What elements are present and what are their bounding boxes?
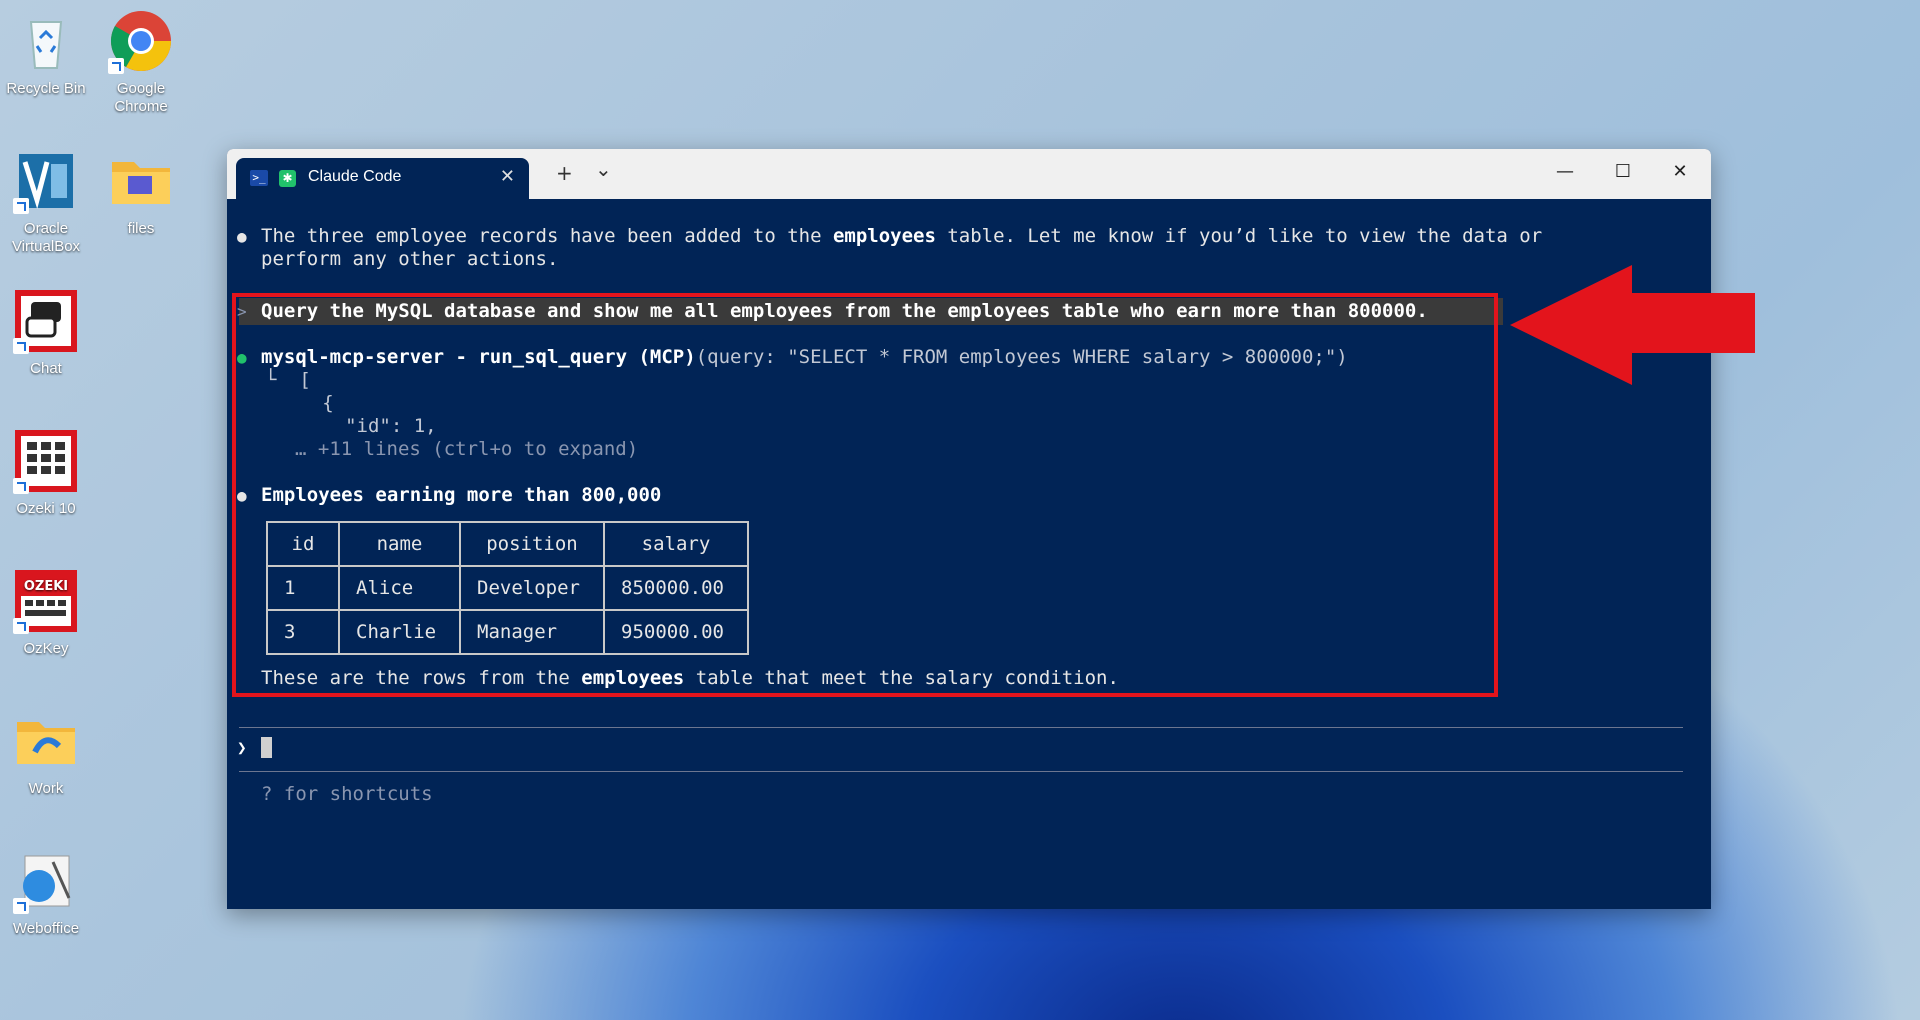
chat-glyph bbox=[13, 288, 79, 354]
svg-text:OZEKI: OZEKI bbox=[24, 579, 68, 594]
files-folder-icon[interactable]: files bbox=[95, 148, 187, 238]
maximize-button[interactable]: ☐ bbox=[1595, 155, 1651, 189]
minimize-button[interactable]: — bbox=[1537, 155, 1593, 189]
claude-icon: ✱ bbox=[279, 170, 296, 187]
terminal-window: >_ ✱ Claude Code ✕ + ⌄ — ☐ ✕ ● The three… bbox=[227, 149, 1711, 909]
input-separator-top bbox=[239, 727, 1683, 728]
highlight-annotation-box bbox=[232, 293, 1498, 697]
text-cursor bbox=[261, 737, 272, 758]
title-bar: >_ ✱ Claude Code ✕ + ⌄ — ☐ ✕ bbox=[227, 149, 1711, 199]
ozeki-glyph bbox=[13, 428, 79, 494]
icon-label: Work bbox=[28, 780, 64, 797]
icon-label: Weboffice bbox=[12, 920, 80, 937]
ozeki-10-icon[interactable]: Ozeki 10 bbox=[0, 428, 92, 518]
tab-title: Claude Code bbox=[308, 168, 402, 185]
shortcut-arrow-icon bbox=[13, 898, 29, 914]
powershell-icon: >_ bbox=[250, 170, 268, 186]
tab-close-icon[interactable]: ✕ bbox=[500, 166, 515, 187]
chat-icon[interactable]: Chat bbox=[0, 288, 92, 378]
icon-label: Chat bbox=[30, 360, 62, 377]
icon-label: Oracle VirtualBox bbox=[11, 220, 81, 255]
tab-claude-code[interactable]: >_ ✱ Claude Code ✕ bbox=[236, 158, 529, 199]
icon-label: files bbox=[127, 220, 155, 237]
response-line: perform any other actions. bbox=[261, 248, 559, 270]
work-folder-icon[interactable]: Work bbox=[0, 708, 92, 798]
chrome-glyph bbox=[108, 8, 174, 74]
red-pointer-arrow-icon bbox=[1510, 265, 1755, 385]
icon-label: Google Chrome bbox=[114, 80, 168, 115]
new-tab-button[interactable]: + bbox=[556, 161, 573, 185]
shortcut-arrow-icon bbox=[13, 478, 29, 494]
ozkey-icon[interactable]: OZEKI OzKey bbox=[0, 568, 92, 658]
virtualbox-glyph bbox=[13, 148, 79, 214]
terminal-content[interactable]: ● The three employee records have been a… bbox=[227, 199, 1711, 909]
chrome-icon[interactable]: Google Chrome bbox=[95, 8, 187, 116]
virtualbox-icon[interactable]: Oracle VirtualBox bbox=[0, 148, 92, 256]
folder-glyph bbox=[13, 708, 79, 774]
input-separator-bottom bbox=[239, 771, 1683, 772]
weboffice-icon[interactable]: Weboffice bbox=[0, 848, 92, 938]
recycle-bin-icon[interactable]: Recycle Bin bbox=[0, 8, 92, 98]
ozkey-glyph: OZEKI bbox=[13, 568, 79, 634]
close-window-button[interactable]: ✕ bbox=[1652, 155, 1708, 189]
shortcuts-hint: ? for shortcuts bbox=[261, 783, 433, 805]
response-bullet-icon: ● bbox=[237, 227, 247, 246]
input-prompt-icon: ❯ bbox=[237, 738, 247, 757]
weboffice-glyph bbox=[13, 848, 79, 914]
icon-label: Ozeki 10 bbox=[16, 500, 76, 517]
recycle-bin-glyph bbox=[13, 8, 79, 74]
tab-dropdown-button[interactable]: ⌄ bbox=[595, 157, 612, 181]
shortcut-arrow-icon bbox=[13, 618, 29, 634]
icon-label: OzKey bbox=[23, 640, 69, 657]
shortcut-arrow-icon bbox=[108, 58, 124, 74]
icon-label: Recycle Bin bbox=[6, 80, 86, 97]
shortcut-arrow-icon bbox=[13, 338, 29, 354]
response-line: The three employee records have been add… bbox=[261, 225, 1543, 247]
input-field[interactable] bbox=[261, 736, 272, 759]
shortcut-arrow-icon bbox=[13, 198, 29, 214]
folder-glyph bbox=[108, 148, 174, 214]
